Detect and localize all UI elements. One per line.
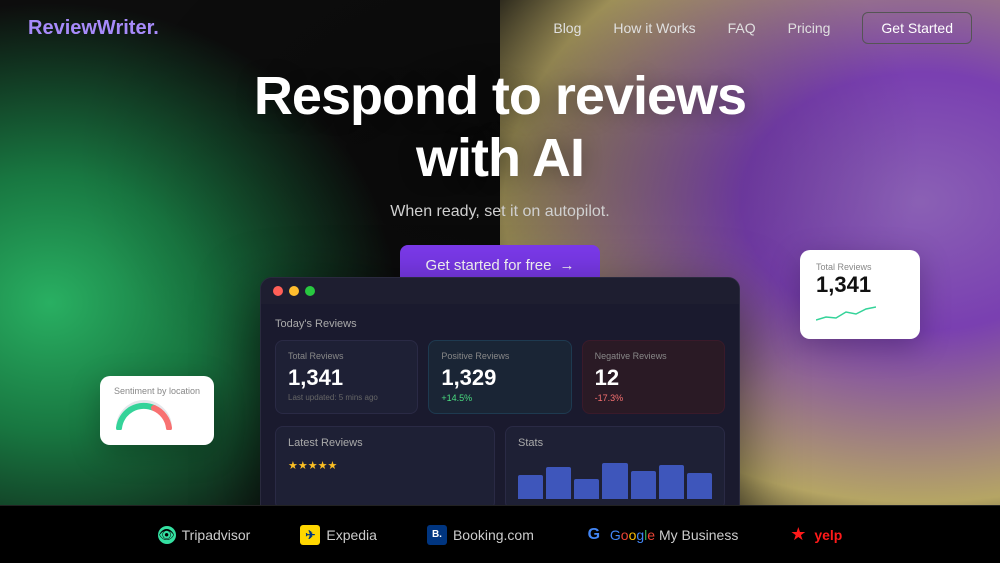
logo-text: ReviewWriter (28, 17, 153, 39)
sentiment-arc-chart (114, 400, 174, 430)
logo-google-my-business: G Google My Business (584, 525, 738, 545)
logo-booking: B. Booking.com (427, 525, 534, 545)
tripadvisor-icon: 👁 (158, 526, 176, 544)
expedia-label: Expedia (326, 527, 377, 543)
yelp-icon: ★ (788, 525, 808, 545)
positive-reviews-change: +14.5% (441, 393, 558, 403)
stat-negative-reviews: Negative Reviews 12 -17.3% (582, 340, 725, 414)
stats-chart-card: Stats (505, 426, 725, 505)
google-icon: G (584, 525, 604, 545)
bar-3 (574, 479, 599, 499)
float-card-sentiment: Sentiment by location (100, 376, 214, 445)
stats-chart-title: Stats (518, 437, 712, 449)
logo-tripadvisor: 👁 Tripadvisor (158, 526, 251, 544)
mini-chart (816, 302, 876, 322)
window-dot-red (273, 286, 283, 296)
sentiment-label: Sentiment by location (114, 386, 200, 396)
total-reviews-meta: Last updated: 5 mins ago (288, 393, 405, 402)
bottom-row: Latest Reviews ★★★★★ Stats (275, 426, 725, 505)
bar-2 (546, 467, 571, 499)
total-reviews-label: Total Reviews (288, 351, 405, 361)
total-reviews-value: 1,341 (288, 365, 405, 391)
expedia-icon: ✈ (300, 525, 320, 545)
positive-reviews-value: 1,329 (441, 365, 558, 391)
google-label: Google My Business (610, 527, 738, 543)
stat-total-reviews: Total Reviews 1,341 Last updated: 5 mins… (275, 340, 418, 414)
float-card-total-reviews: Total Reviews 1,341 (800, 250, 920, 339)
stats-row: Total Reviews 1,341 Last updated: 5 mins… (275, 340, 725, 414)
bar-4 (602, 463, 627, 499)
hero-subtitle: When ready, set it on autopilot. (20, 203, 980, 221)
window-dot-green (305, 286, 315, 296)
nav-get-started-button[interactable]: Get Started (862, 12, 972, 44)
hero-section: ReviewWriter. Blog How it Works FAQ Pric… (0, 0, 1000, 505)
nav-faq[interactable]: FAQ (728, 20, 756, 36)
negative-reviews-value: 12 (595, 365, 712, 391)
booking-label: Booking.com (453, 527, 534, 543)
nav-how-it-works[interactable]: How it Works (613, 20, 695, 36)
nav-blog[interactable]: Blog (553, 20, 581, 36)
tripadvisor-label: Tripadvisor (182, 527, 251, 543)
bar-7 (687, 473, 712, 499)
negative-reviews-label: Negative Reviews (595, 351, 712, 361)
footer-partner-logos: 👁 Tripadvisor ✈ Expedia B. Booking.com G… (0, 505, 1000, 563)
latest-reviews-title: Latest Reviews (288, 437, 482, 449)
latest-reviews-card: Latest Reviews ★★★★★ (275, 426, 495, 505)
logo-expedia: ✈ Expedia (300, 525, 377, 545)
hero-cta-arrow: → (559, 257, 574, 274)
dashboard-mockup: Today's Reviews Total Reviews 1,341 Last… (260, 277, 740, 505)
navigation: ReviewWriter. Blog How it Works FAQ Pric… (0, 0, 1000, 56)
float-card-value: 1,341 (816, 272, 904, 298)
review-stars: ★★★★★ (288, 459, 482, 472)
bar-5 (631, 471, 656, 499)
nav-links: Blog How it Works FAQ Pricing Get Starte… (553, 12, 972, 44)
dashboard-window: Today's Reviews Total Reviews 1,341 Last… (260, 277, 740, 505)
hero-cta-label: Get started for free (426, 257, 552, 274)
hero-title-line2: with AI (416, 128, 584, 188)
dashboard-body: Today's Reviews Total Reviews 1,341 Last… (261, 304, 739, 505)
float-card-label: Total Reviews (816, 262, 904, 272)
window-dot-yellow (289, 286, 299, 296)
hero-title-line1: Respond to reviews (254, 66, 746, 126)
bar-chart (518, 459, 712, 499)
section-title-today: Today's Reviews (275, 318, 725, 330)
logo: ReviewWriter. (28, 17, 159, 40)
bar-6 (659, 465, 684, 499)
yelp-label: yelp (814, 527, 842, 543)
positive-reviews-label: Positive Reviews (441, 351, 558, 361)
dashboard-titlebar (261, 278, 739, 304)
logo-yelp: ★ yelp (788, 525, 842, 545)
bar-1 (518, 475, 543, 499)
nav-pricing[interactable]: Pricing (788, 20, 831, 36)
hero-title: Respond to reviews with AI (20, 65, 980, 189)
stat-positive-reviews: Positive Reviews 1,329 +14.5% (428, 340, 571, 414)
negative-reviews-change: -17.3% (595, 393, 712, 403)
booking-icon: B. (427, 525, 447, 545)
logo-dot: . (153, 17, 159, 39)
